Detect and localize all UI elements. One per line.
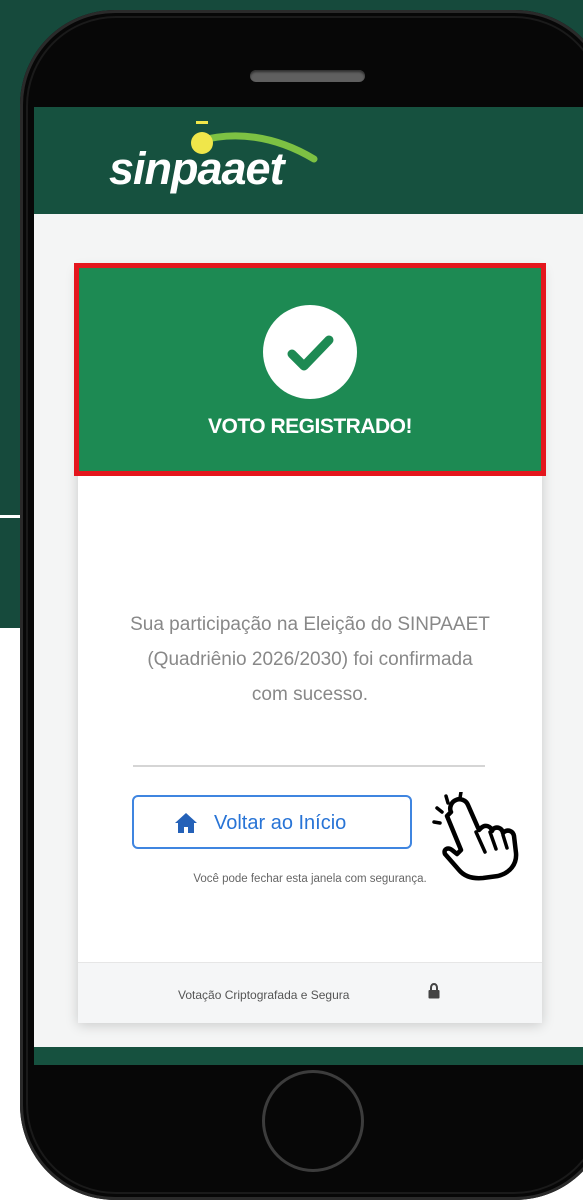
safe-close-note: Você pode fechar esta janela com seguran…: [193, 873, 427, 885]
success-title: VOTO REGISTRADO!: [208, 415, 412, 438]
pointing-hand-icon: [432, 792, 519, 881]
phone-frame: sinpaaet VOTO REGISTRADO! Sua participaç…: [20, 10, 583, 1200]
sinpaaet-logo: sinpaaet: [109, 117, 339, 207]
check-circle-icon: [263, 305, 357, 399]
vote-confirmation-card: VOTO REGISTRADO! Sua participação na Ele…: [74, 263, 546, 1023]
card-footer: Votação Criptografada e Segura: [78, 962, 542, 1023]
lock-icon: [428, 983, 440, 999]
app-header: sinpaaet: [34, 107, 583, 214]
phone-screen: sinpaaet VOTO REGISTRADO! Sua participaç…: [34, 107, 583, 1065]
divider: [133, 765, 485, 767]
logo-text: sinpaaet: [109, 143, 285, 194]
home-icon: [175, 813, 197, 833]
confirmation-message: Sua participação na Eleição do SINPAAET …: [130, 614, 490, 705]
back-to-home-button[interactable]: Voltar ao Início: [132, 795, 412, 849]
back-button-label: Voltar ao Início: [214, 812, 347, 834]
footer-security-text: Votação Criptografada e Segura: [178, 988, 350, 1002]
success-banner: VOTO REGISTRADO!: [74, 263, 546, 476]
app-bottom-bar: [34, 1047, 583, 1065]
phone-home-button[interactable]: [262, 1070, 364, 1172]
phone-speaker: [250, 70, 365, 82]
